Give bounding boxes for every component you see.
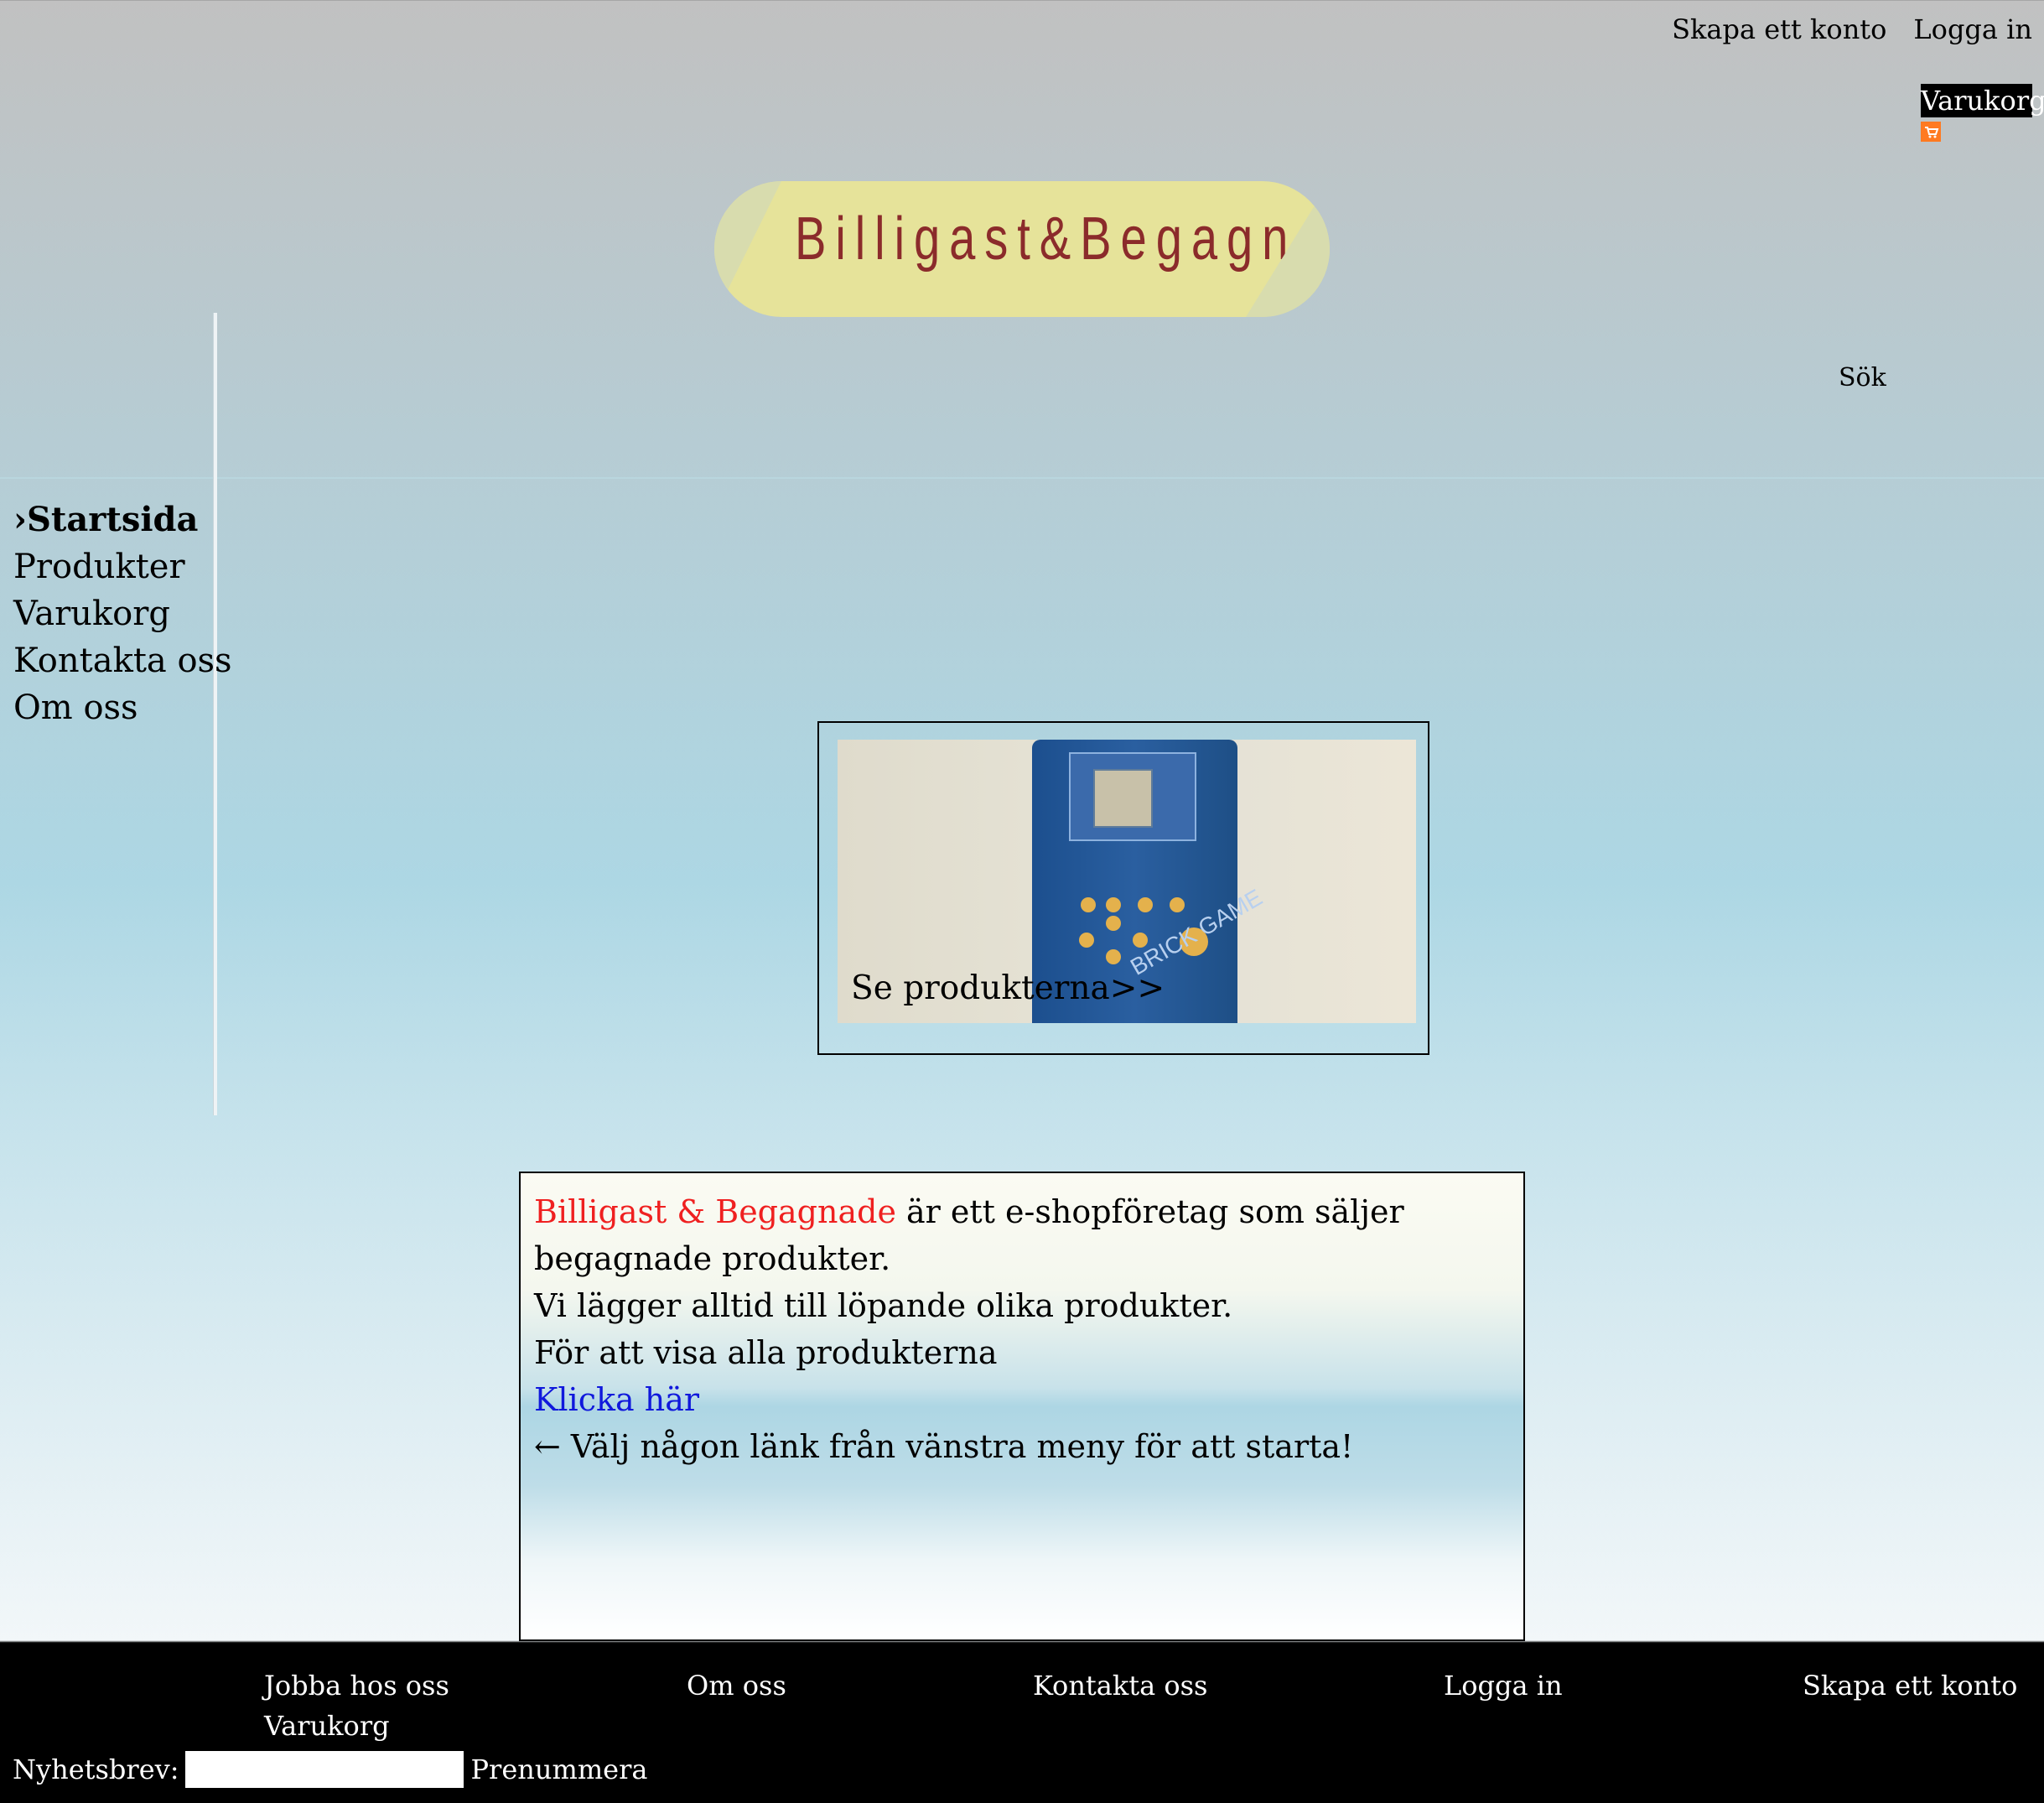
info-paragraph-4: ← Välj någon länk från vänstra meny för … (534, 1428, 1354, 1465)
newsletter-label: Nyhetsbrev: (13, 1754, 179, 1785)
top-account-links: Skapa ett konto Logga in (1672, 13, 2032, 45)
cart-icon[interactable] (1921, 122, 1941, 142)
device-button (1138, 897, 1153, 912)
search-label[interactable]: Sök (1839, 362, 1886, 394)
info-paragraph-3: För att visa alla produkterna (534, 1334, 998, 1371)
device-display (1093, 769, 1153, 828)
see-products-link[interactable]: Se produkterna>> (851, 969, 1165, 1007)
sidebar-item-om-oss[interactable]: Om oss (13, 684, 232, 731)
sidebar-item-startsida[interactable]: ›Startsida (13, 496, 232, 543)
device-button (1170, 897, 1185, 912)
sidebar-item-varukorg[interactable]: Varukorg (13, 590, 232, 637)
info-panel: Billigast & Begagnade är ett e-shopföret… (519, 1172, 1525, 1641)
logo-text: Billigast&Begagnat (795, 205, 1330, 273)
sidebar-item-kontakta-oss[interactable]: Kontakta oss (13, 637, 232, 684)
footer-link-skapa-ett-konto[interactable]: Skapa ett konto (1803, 1665, 2017, 1706)
subscribe-button[interactable]: Prenummera (470, 1749, 647, 1790)
device-button (1081, 897, 1096, 912)
info-paragraph-2: Vi lägger alltid till löpande olika prod… (534, 1287, 1233, 1324)
footer-link-jobba-hos-oss[interactable]: Jobba hos oss (264, 1665, 449, 1706)
site-logo[interactable]: Billigast&Begagnat (714, 181, 1330, 317)
newsletter-form: Nyhetsbrev: Prenummera (13, 1749, 647, 1790)
footer-link-logga-in[interactable]: Logga in (1444, 1665, 1563, 1706)
login-link[interactable]: Logga in (1913, 13, 2032, 45)
sidebar-nav: ›Startsida Produkter Varukorg Kontakta o… (13, 496, 232, 731)
brand-name: Billigast & Begagnade (534, 1193, 896, 1230)
device-screen (1069, 752, 1196, 841)
footer-link-kontakta-oss[interactable]: Kontakta oss (1033, 1665, 1207, 1706)
info-paragraph-1: Billigast & Begagnade är ett e-shopföret… (534, 1188, 1510, 1282)
click-here-link[interactable]: Klicka här (534, 1381, 699, 1418)
device-button (1106, 949, 1121, 964)
footer-link-om-oss[interactable]: Om oss (687, 1665, 786, 1706)
product-promo-card[interactable]: BRICK GAME Se produkterna>> (817, 721, 1429, 1055)
device-button (1106, 897, 1121, 912)
device-button (1106, 916, 1121, 931)
device-button (1079, 933, 1094, 948)
sidebar-item-produkter[interactable]: Produkter (13, 543, 232, 590)
header-divider (0, 477, 2044, 479)
footer: Jobba hos oss Om oss Kontakta oss Logga … (0, 1655, 2044, 1803)
footer-link-varukorg[interactable]: Varukorg (264, 1706, 390, 1746)
create-account-link[interactable]: Skapa ett konto (1672, 13, 1886, 45)
cart-link[interactable]: Varukorg (1921, 84, 2044, 117)
newsletter-email-input[interactable] (185, 1751, 464, 1788)
